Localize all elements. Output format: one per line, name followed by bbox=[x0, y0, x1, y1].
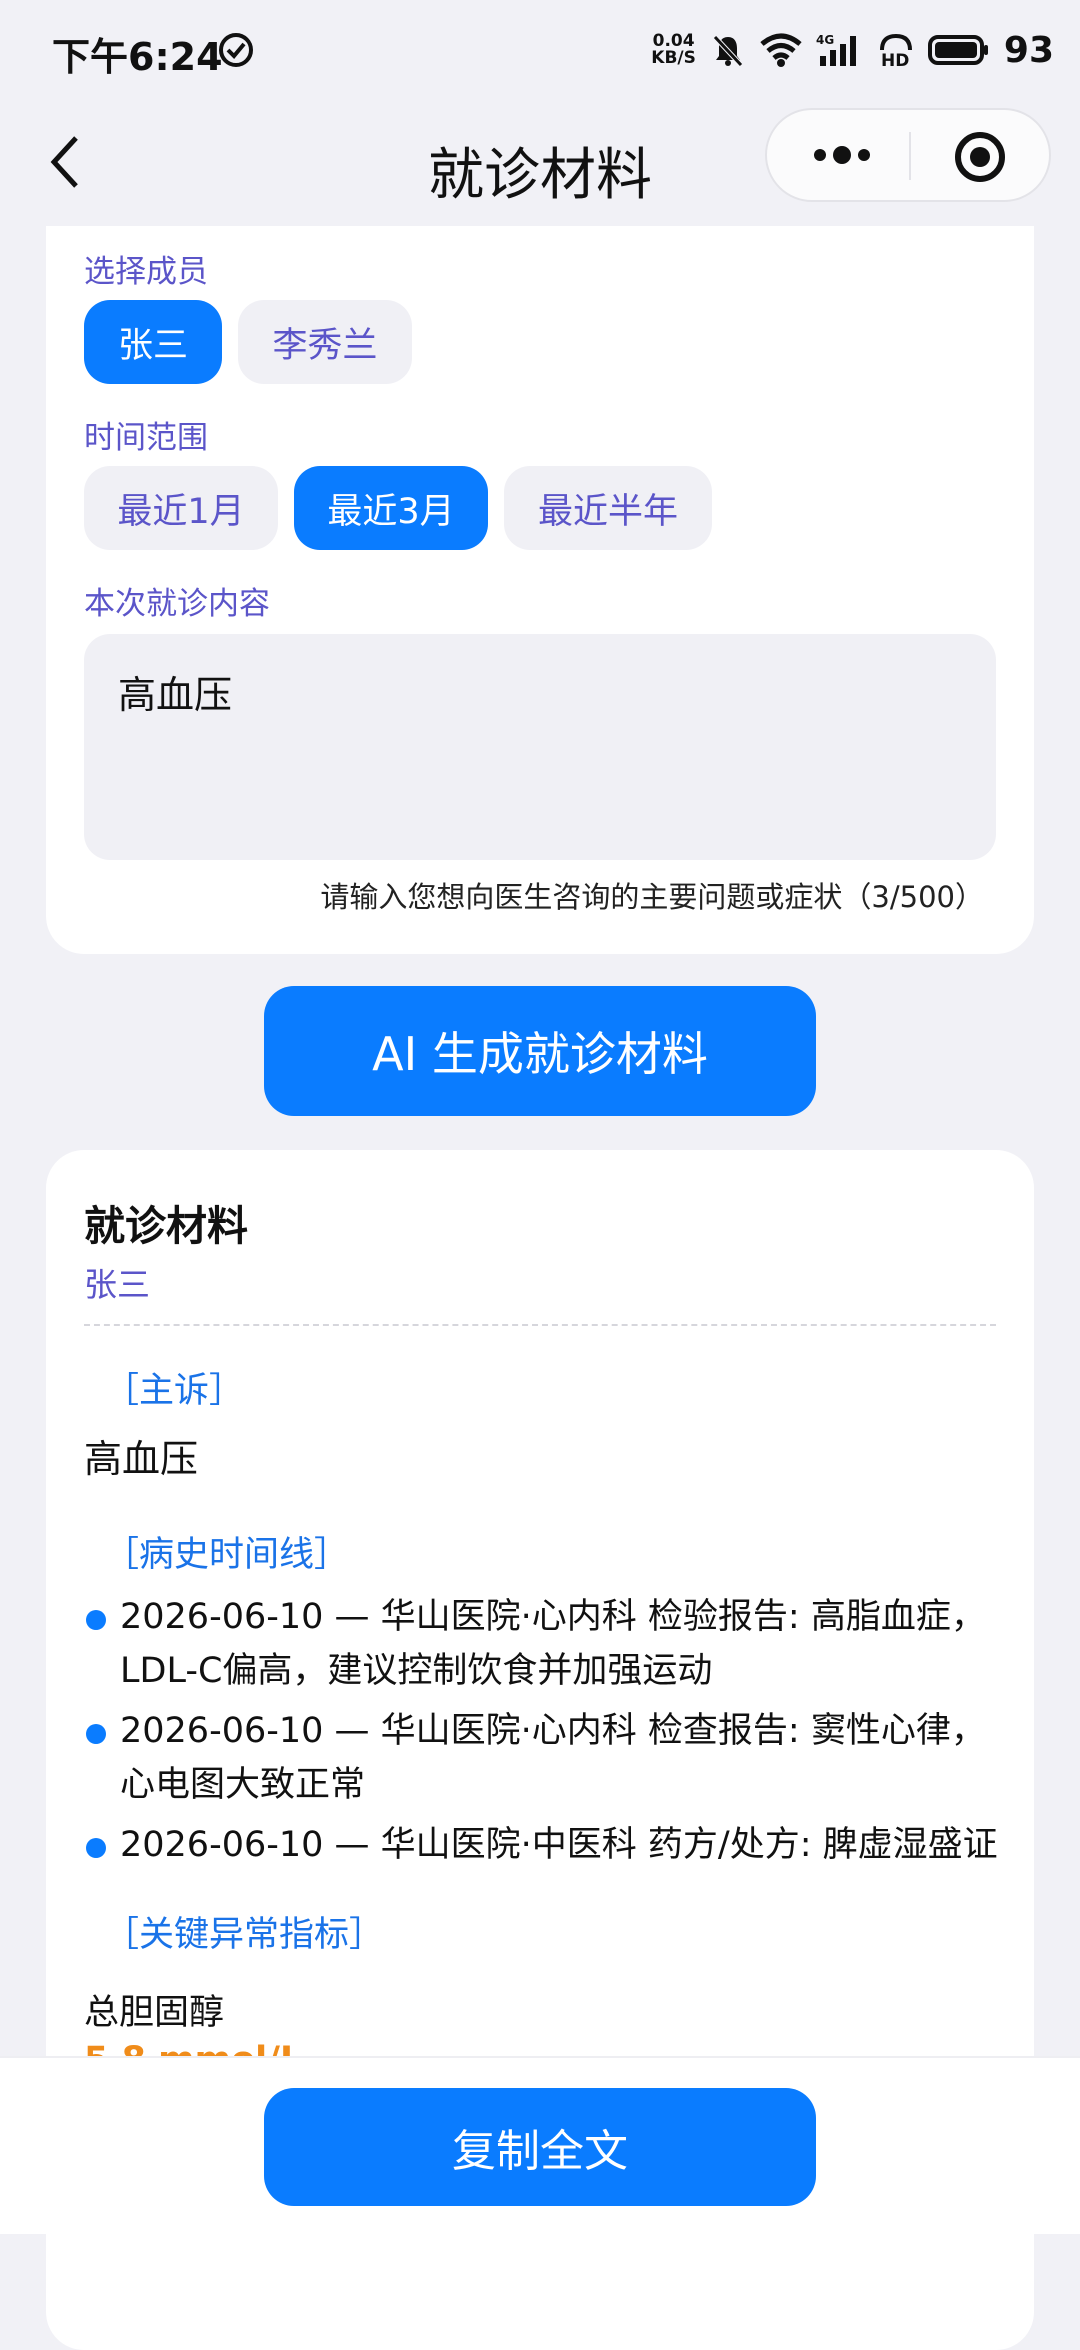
result-member: 张三 bbox=[84, 1265, 150, 1304]
bullet-dot-icon bbox=[86, 1610, 106, 1630]
mini-program-capsule bbox=[765, 108, 1051, 202]
ai-generate-button[interactable]: AI 生成就诊材料 bbox=[264, 986, 816, 1116]
check-circle-icon bbox=[219, 33, 253, 67]
range-chip-1-month[interactable]: 最近1月 bbox=[84, 466, 278, 550]
nav-bar: 就诊材料 bbox=[0, 100, 1080, 226]
bottom-action-bar: 复制全文 bbox=[0, 2056, 1080, 2234]
member-chip-lixiulan[interactable]: 李秀兰 bbox=[238, 300, 412, 384]
hd-icon: HD bbox=[879, 33, 912, 68]
member-chip-zhangsan[interactable]: 张三 bbox=[84, 300, 222, 384]
range-chip-3-months[interactable]: 最近3月 bbox=[294, 466, 488, 550]
range-chip-half-year[interactable]: 最近半年 bbox=[504, 466, 712, 550]
content-label: 本次就诊内容 bbox=[84, 586, 270, 622]
status-time: 下午6:24 bbox=[52, 35, 223, 79]
complaint-text: 高血压 bbox=[84, 1437, 199, 1481]
more-icon[interactable] bbox=[807, 142, 877, 168]
battery-icon bbox=[927, 35, 988, 65]
copy-all-button[interactable]: 复制全文 bbox=[264, 2088, 816, 2206]
target-icon[interactable] bbox=[953, 130, 1007, 184]
battery-level: 93 bbox=[1003, 29, 1054, 71]
svg-text:4G: 4G bbox=[816, 33, 834, 47]
mute-bell-icon bbox=[713, 35, 743, 67]
bullet-dot-icon bbox=[86, 1724, 106, 1744]
status-icons: 0.04 KB/S 4G HD 93 bbox=[651, 28, 1054, 72]
capsule-divider bbox=[909, 132, 911, 180]
wifi-icon bbox=[760, 33, 802, 67]
visit-content-input[interactable]: 高血压 bbox=[84, 634, 996, 860]
net-speed: 0.04 KB/S bbox=[651, 33, 696, 67]
indicator-name: 总胆固醇 bbox=[84, 1993, 225, 2033]
input-helper-text: 请输入您想向医生咨询的主要问题或症状（3/500） bbox=[320, 880, 984, 914]
signal-4g-icon: 4G bbox=[816, 33, 856, 66]
svg-text:HD: HD bbox=[881, 51, 909, 68]
range-label: 时间范围 bbox=[84, 420, 208, 456]
status-bar: 下午6:24 0.04 KB/S 4G HD 93 bbox=[0, 0, 1080, 100]
timeline-heading: ［病史时间线］ bbox=[104, 1535, 350, 1575]
dashed-divider bbox=[84, 1324, 996, 1326]
timeline-item-text: 2026-06-10 — 华山医院·中医科 药方/处方: 脾虚湿盛证 bbox=[120, 1825, 998, 1865]
bullet-dot-icon bbox=[86, 1838, 106, 1858]
member-label: 选择成员 bbox=[84, 254, 208, 290]
timeline-item-text: 2026-06-10 — 华山医院·心内科 检查报告: 窦性心律，心电图大致正常 bbox=[120, 1711, 986, 1805]
indicators-heading: ［关键异常指标］ bbox=[104, 1915, 385, 1955]
result-title: 就诊材料 bbox=[84, 1202, 248, 1250]
net-speed-unit: KB/S bbox=[651, 48, 696, 68]
complaint-heading: ［主诉］ bbox=[104, 1371, 245, 1411]
timeline-item-text: 2026-06-10 — 华山医院·心内科 检验报告: 高脂血症，LDL-C偏高… bbox=[120, 1597, 986, 1691]
